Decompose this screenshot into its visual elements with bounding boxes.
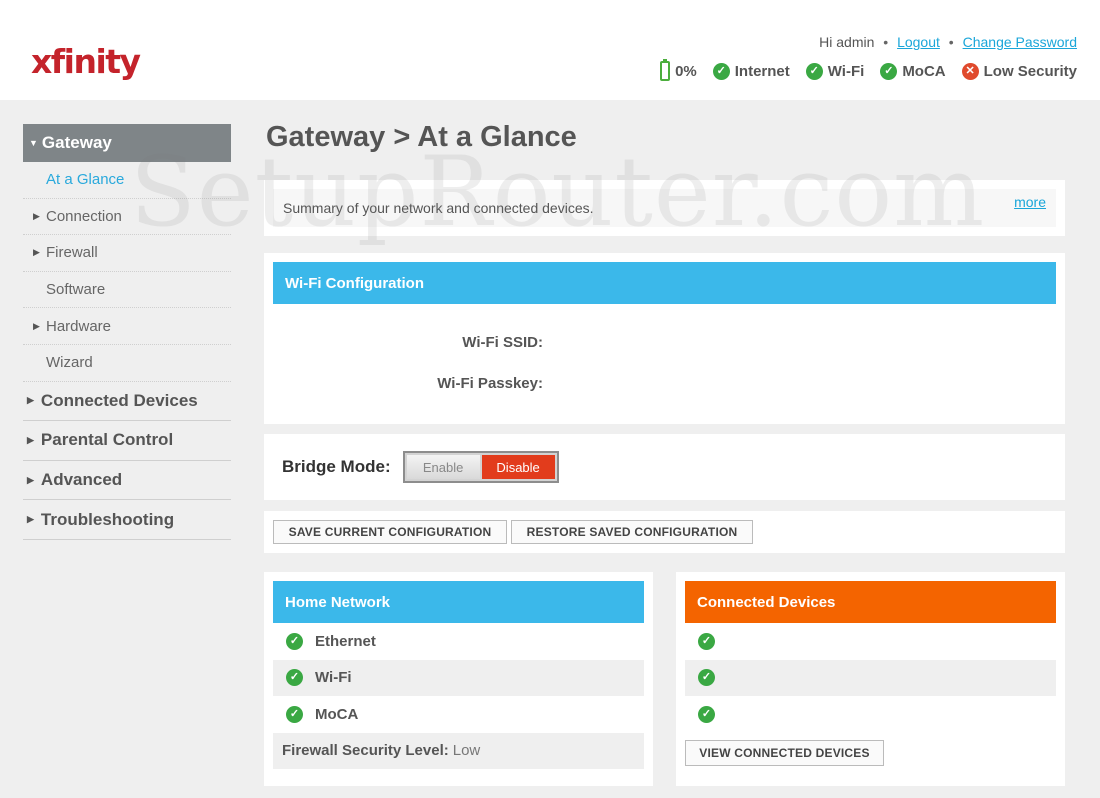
separator-dot: •	[948, 34, 954, 50]
sidebar-item-at-a-glance[interactable]: At a Glance	[23, 162, 231, 199]
sidebar-nav: ▼ Gateway At a Glance ▶ Connection ▶ Fir…	[23, 124, 231, 540]
bridge-enable-button[interactable]: Enable	[406, 455, 480, 479]
restore-configuration-button[interactable]: RESTORE SAVED CONFIGURATION	[511, 520, 753, 544]
list-item: ✓	[685, 623, 1056, 660]
caret-right-icon: ▶	[27, 474, 34, 485]
sidebar-item-firewall[interactable]: ▶ Firewall	[23, 235, 231, 272]
summary-card: Summary of your network and connected de…	[264, 180, 1065, 236]
wifi-passkey-label: Wi-Fi Passkey:	[437, 375, 543, 392]
user-bar: Hi admin • Logout • Change Password	[819, 34, 1077, 50]
battery-status: 0%	[660, 59, 697, 81]
bridge-disable-button[interactable]: Disable	[481, 455, 555, 479]
sidebar-item-advanced[interactable]: ▶ Advanced	[23, 461, 231, 501]
change-password-link[interactable]: Change Password	[963, 34, 1077, 50]
battery-icon	[660, 59, 671, 81]
sidebar-item-label: Connection	[46, 207, 122, 225]
status-bar: 0% ✓ Internet ✓ Wi-Fi ✓ MoCA ✕ Low Secur…	[660, 59, 1077, 81]
security-status: ✕ Low Security	[961, 62, 1077, 80]
connected-devices-card: Connected Devices ✓ ✓ ✓ VIEW CONNECTED D…	[676, 572, 1065, 786]
home-network-ethernet: Ethernet	[315, 632, 376, 650]
caret-right-icon: ▶	[27, 514, 34, 525]
check-circle-icon: ✓	[880, 62, 898, 80]
sidebar-item-label: Wizard	[46, 354, 93, 372]
sidebar-item-label: Troubleshooting	[40, 509, 175, 529]
internet-status: ✓ Internet	[712, 62, 790, 80]
connected-devices-header: Connected Devices	[685, 581, 1056, 623]
home-network-card: Home Network ✓ Ethernet ✓ Wi-Fi ✓ MoCA F…	[264, 572, 653, 786]
page-title: Gateway > At a Glance	[266, 121, 577, 153]
firewall-level-value: Low	[452, 742, 481, 760]
check-circle-icon: ✓	[698, 632, 715, 650]
home-network-moca: MoCA	[315, 705, 359, 723]
wifi-label: Wi-Fi	[827, 62, 865, 80]
bridge-mode-label: Bridge Mode:	[282, 457, 391, 476]
wifi-status: ✓ Wi-Fi	[805, 62, 865, 80]
sidebar-item-label: Hardware	[46, 317, 112, 335]
summary-box: Summary of your network and connected de…	[273, 189, 1056, 227]
internet-label: Internet	[734, 62, 790, 80]
list-item: ✓ Wi-Fi	[273, 659, 644, 696]
sidebar-item-label: Software	[46, 281, 106, 299]
sidebar-item-label: Advanced	[40, 470, 123, 490]
wifi-configuration-card: Wi-Fi Configuration Wi-Fi SSID: Wi-Fi Pa…	[264, 253, 1065, 424]
sidebar-item-gateway[interactable]: ▼ Gateway	[23, 124, 231, 162]
security-label: Low Security	[983, 62, 1077, 80]
caret-right-icon: ▶	[33, 320, 40, 331]
view-devices-wrap: VIEW CONNECTED DEVICES	[685, 733, 1056, 766]
moca-label: MoCA	[902, 62, 946, 80]
x-circle-icon: ✕	[961, 62, 979, 80]
separator-dot: •	[883, 34, 889, 50]
sidebar-item-connected-devices[interactable]: ▶ Connected Devices	[23, 382, 231, 422]
list-item: ✓	[685, 696, 1056, 733]
bridge-mode-toggle[interactable]: Enable Disable	[402, 451, 559, 483]
sidebar-item-hardware[interactable]: ▶ Hardware	[23, 308, 231, 345]
sidebar-item-parental-control[interactable]: ▶ Parental Control	[23, 421, 231, 461]
header: xfinity Hi admin • Logout • Change Passw…	[0, 0, 1100, 100]
logout-link[interactable]: Logout	[897, 34, 940, 50]
sidebar-item-troubleshooting[interactable]: ▶ Troubleshooting	[23, 500, 231, 540]
check-circle-icon: ✓	[698, 669, 715, 687]
firewall-level-label: Firewall Security Level:	[282, 742, 449, 760]
caret-right-icon: ▶	[27, 434, 34, 445]
list-item: ✓	[685, 659, 1056, 696]
check-circle-icon: ✓	[286, 632, 303, 650]
sidebar-item-software[interactable]: Software	[23, 272, 231, 309]
check-circle-icon: ✓	[286, 669, 303, 687]
caret-down-icon: ▼	[29, 138, 38, 148]
more-link[interactable]: more	[1014, 194, 1046, 210]
sidebar-item-connection[interactable]: ▶ Connection	[23, 199, 231, 236]
bridge-mode-card: Bridge Mode: Enable Disable	[264, 434, 1065, 500]
view-connected-devices-button[interactable]: VIEW CONNECTED DEVICES	[685, 739, 884, 766]
wifi-ssid-label: Wi-Fi SSID:	[462, 334, 543, 351]
xfinity-logo[interactable]: xfinity	[31, 42, 141, 81]
check-circle-icon: ✓	[712, 62, 730, 80]
check-circle-icon: ✓	[805, 62, 823, 80]
firewall-security-level: Firewall Security Level: Low	[273, 732, 644, 769]
list-item: ✓ Ethernet	[273, 623, 644, 660]
summary-text: Summary of your network and connected de…	[283, 200, 594, 216]
sidebar-item-wizard[interactable]: Wizard	[23, 345, 231, 382]
sidebar-item-label: Firewall	[46, 244, 98, 262]
save-configuration-button[interactable]: SAVE CURRENT CONFIGURATION	[273, 520, 507, 544]
sidebar-item-label: Gateway	[41, 133, 112, 152]
caret-right-icon: ▶	[33, 247, 40, 258]
wifi-configuration-header: Wi-Fi Configuration	[273, 262, 1056, 304]
caret-right-icon: ▶	[27, 395, 34, 406]
check-circle-icon: ✓	[286, 705, 303, 723]
home-network-header: Home Network	[273, 581, 644, 623]
greeting: Hi admin	[819, 34, 875, 50]
caret-right-icon: ▶	[33, 210, 40, 221]
sidebar-item-label: Connected Devices	[40, 390, 198, 410]
check-circle-icon: ✓	[698, 705, 715, 723]
moca-status: ✓ MoCA	[880, 62, 946, 80]
battery-value: 0%	[675, 62, 697, 80]
list-item: ✓ MoCA	[273, 696, 644, 733]
sidebar-item-label: At a Glance	[46, 171, 125, 189]
sidebar-item-label: Parental Control	[40, 430, 174, 450]
home-network-wifi: Wi-Fi	[315, 669, 352, 687]
configuration-actions: SAVE CURRENT CONFIGURATION RESTORE SAVED…	[264, 511, 1065, 553]
